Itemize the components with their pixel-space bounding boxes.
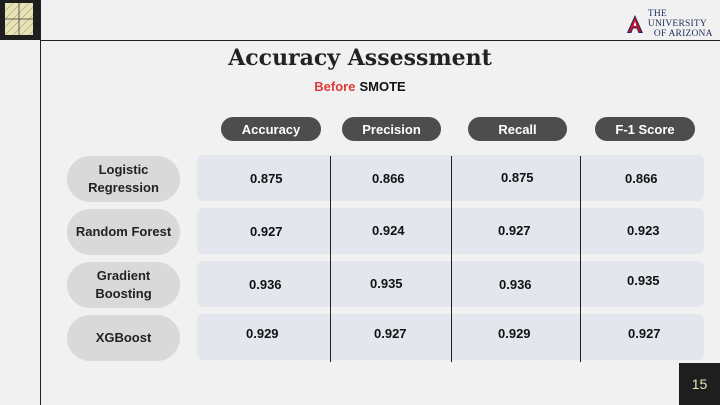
cell-value: 0.927 [498,223,531,238]
cell-value: 0.927 [628,326,661,341]
cell-value: 0.929 [498,326,531,341]
cell-value: 0.927 [250,224,283,239]
row-label-xgboost: XGBoost [67,315,180,361]
column-header-precision: Precision [342,117,441,141]
subtitle-accent: Before [314,79,356,94]
cell-value: 0.927 [374,326,407,341]
arizona-a-icon [626,15,643,33]
cell-value: 0.929 [246,326,279,341]
cell-value: 0.935 [370,276,403,291]
cell-value: 0.923 [627,223,660,238]
slide-subtitle: Before SMOTE [0,79,720,94]
header-border-line [40,40,720,41]
hatch-pattern-icon [5,3,33,35]
subtitle-rest: SMOTE [359,79,406,94]
column-header-f1-score: F-1 Score [595,117,695,141]
column-header-recall: Recall [468,117,567,141]
pattern-tile [5,3,33,35]
row-label-logistic-regression: Logistic Regression [67,156,180,202]
corner-decoration [0,0,40,40]
slide-title: Accuracy Assessment [228,45,492,71]
university-logo: THE UNIVERSITY OF ARIZONA [626,9,720,39]
column-divider [451,156,452,362]
cell-value: 0.866 [372,171,405,186]
cell-value: 0.924 [372,223,405,238]
cell-value: 0.936 [249,277,282,292]
logo-line-2: OF ARIZONA [653,29,713,39]
cell-value: 0.936 [499,277,532,292]
cell-value: 0.875 [501,170,534,185]
column-divider [580,156,581,362]
page-number: 15 [679,363,720,405]
column-divider [330,156,331,362]
cell-value: 0.866 [625,171,658,186]
row-label-random-forest: Random Forest [67,209,180,255]
cell-value: 0.935 [627,273,660,288]
logo-line-1: THE UNIVERSITY [647,9,707,29]
column-header-accuracy: Accuracy [221,117,321,141]
row-label-gradient-boosting: Gradient Boosting [67,262,180,308]
cell-value: 0.875 [250,171,283,186]
